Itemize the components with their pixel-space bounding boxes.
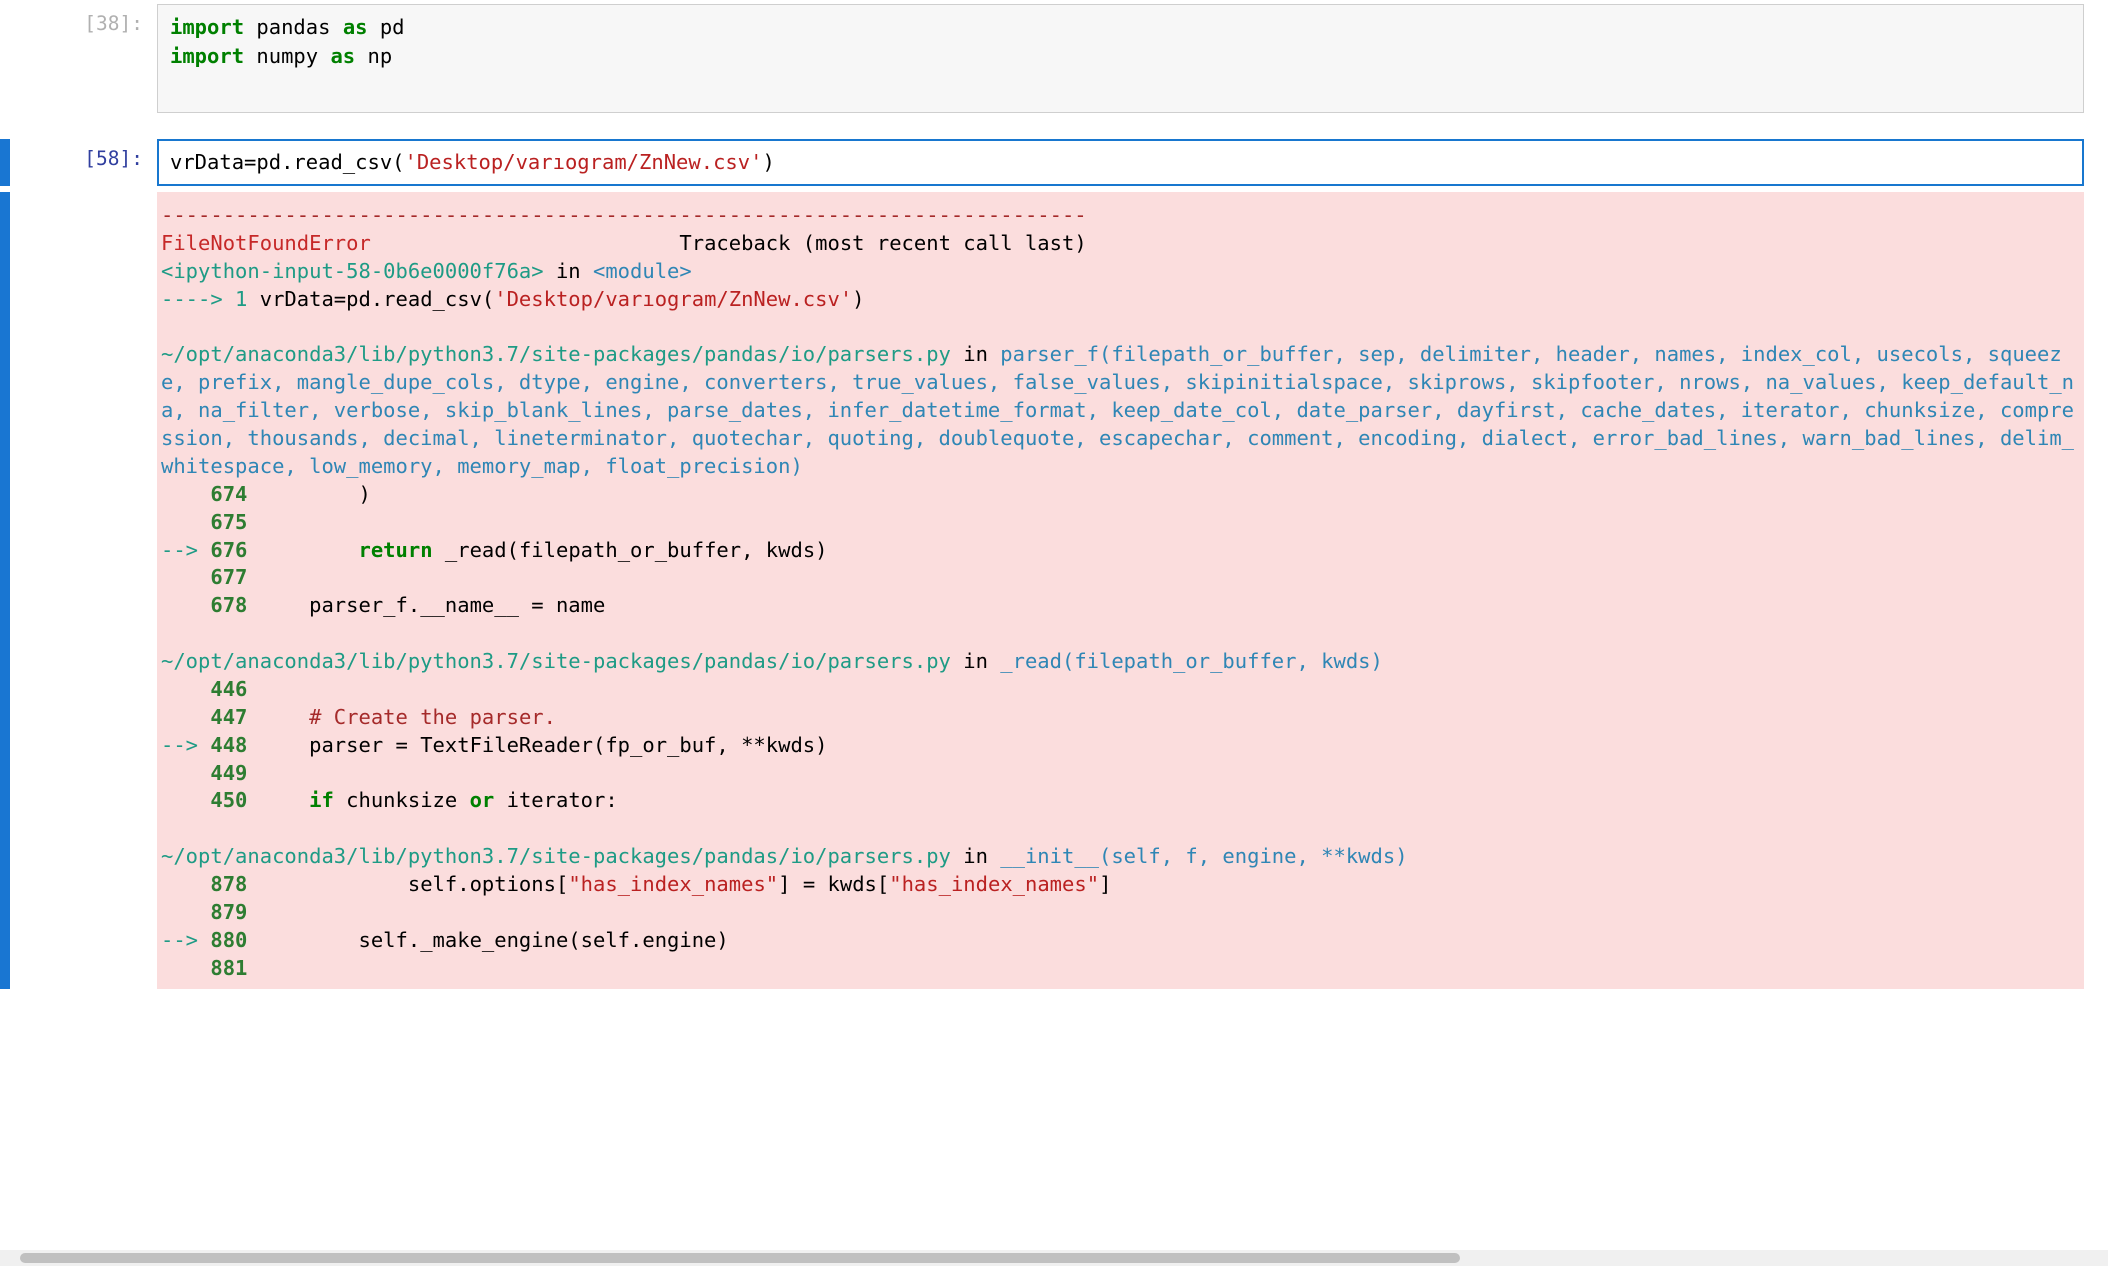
- scrollbar-thumb[interactable]: [20, 1253, 1460, 1263]
- code-editor[interactable]: vrData=pd.read_csv('Desktop/varıogram/Zn…: [157, 139, 2084, 186]
- cell-selection-bar: [0, 4, 10, 113]
- code-cell-38[interactable]: [38]: import pandas as pd import numpy a…: [0, 4, 2108, 113]
- jupyter-notebook: [38]: import pandas as pd import numpy a…: [0, 0, 2108, 989]
- horizontal-scrollbar[interactable]: [0, 1250, 2108, 1266]
- output-prompt: [17, 192, 157, 989]
- input-prompt: [58]:: [17, 139, 157, 186]
- cell-selection-bar: [0, 192, 10, 989]
- cell-output-58: ----------------------------------------…: [0, 192, 2108, 989]
- input-prompt: [38]:: [17, 4, 157, 113]
- traceback-output[interactable]: ----------------------------------------…: [157, 192, 2084, 989]
- cell-selection-bar: [0, 139, 10, 186]
- code-cell-58[interactable]: [58]: vrData=pd.read_csv('Desktop/varıog…: [0, 139, 2108, 186]
- code-editor[interactable]: import pandas as pd import numpy as np: [157, 4, 2084, 113]
